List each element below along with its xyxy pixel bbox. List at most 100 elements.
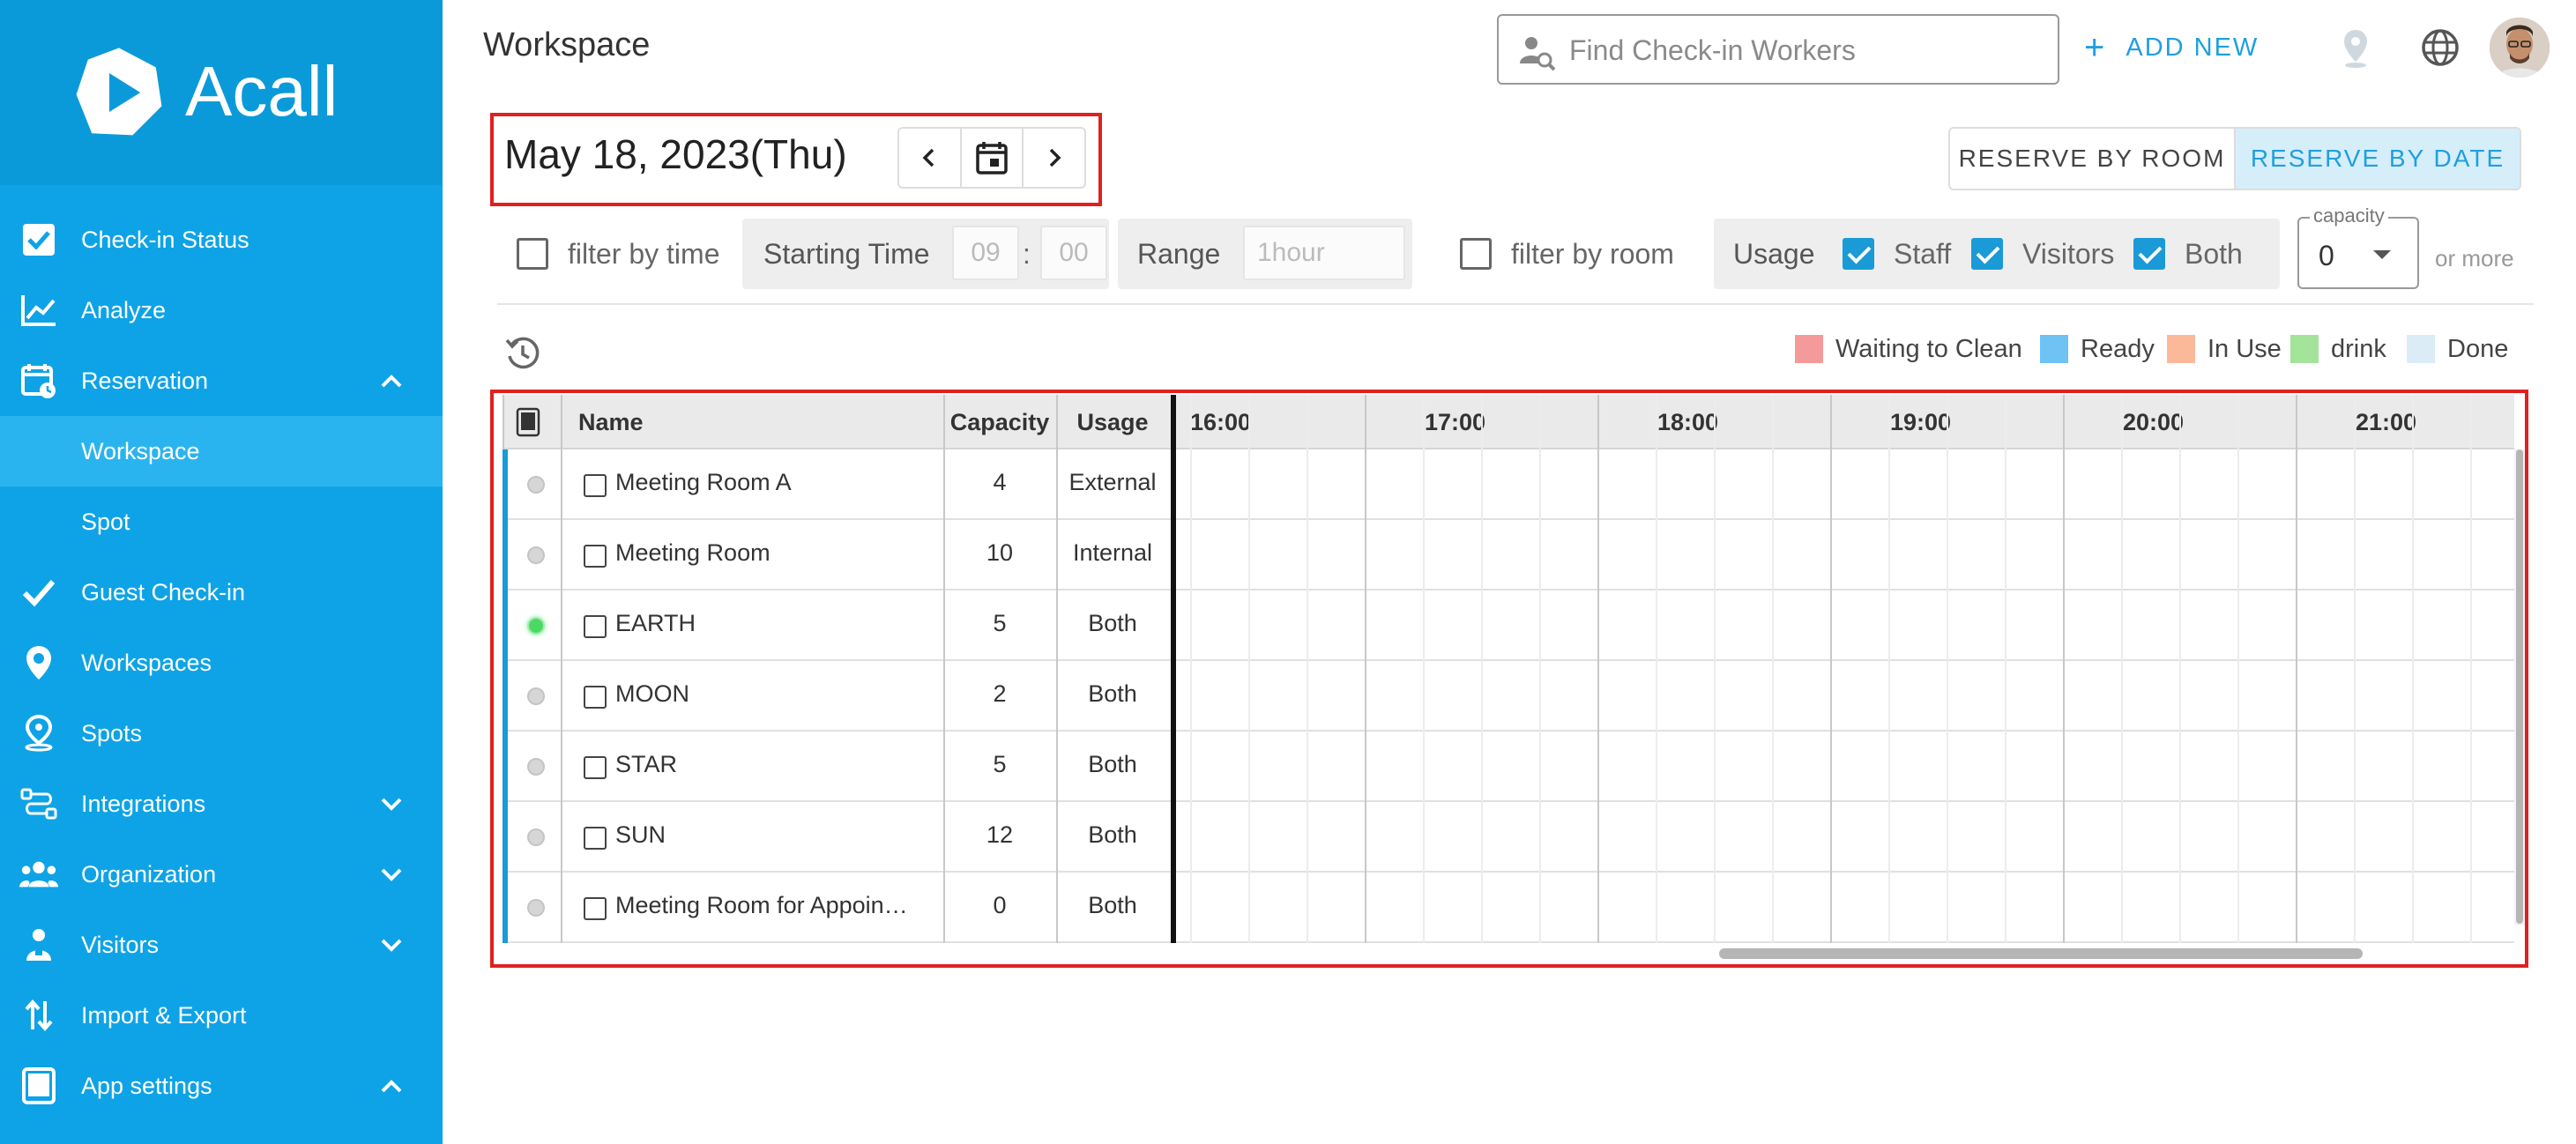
sidebar-item-integrations[interactable]: Integrations <box>0 769 443 839</box>
room-name[interactable]: EARTH <box>615 610 915 637</box>
legend-label: Ready <box>2081 334 2155 363</box>
filter-by-time-label: filter by time <box>568 238 720 270</box>
sidebar-item-workspaces[interactable]: Workspaces <box>0 628 443 698</box>
sidebar-item-spots[interactable]: Spots <box>0 698 443 769</box>
table-row[interactable]: EARTH 5 Both <box>503 591 2514 661</box>
legend-ready: Ready <box>2040 333 2155 365</box>
table-row[interactable]: Meeting Room A 4 External <box>503 449 2514 520</box>
scrollbar-thumb[interactable] <box>2516 449 2523 924</box>
horizontal-scrollbar-thumb[interactable] <box>1719 948 2363 959</box>
sidebar-item-label: Guest Check-in <box>81 578 246 605</box>
usage-both-checkbox[interactable] <box>2133 238 2165 270</box>
sidebar-item-organization[interactable]: Organization <box>0 839 443 910</box>
reservation-table: Name Capacity Usage 16:00 17:00 18:00 19… <box>503 395 2525 943</box>
room-name[interactable]: Meeting Room for Appoin… <box>615 892 915 919</box>
calendar-button[interactable] <box>962 129 1024 187</box>
device-icon <box>516 407 540 437</box>
reserve-by-date-button[interactable]: RESERVE BY DATE <box>2236 129 2520 189</box>
filter-by-room-checkbox[interactable] <box>1460 238 1492 270</box>
prev-day-button[interactable] <box>899 129 962 187</box>
capacity-value: 0 <box>2319 240 2334 271</box>
capacity-select[interactable]: capacity 0 <box>2297 204 2419 289</box>
sidebar-item-spot[interactable]: Spot <box>0 487 443 557</box>
sidebar-item-guest-check-in[interactable]: Guest Check-in <box>0 557 443 628</box>
checkmark-icon <box>19 573 58 612</box>
quarter-hour-gridline <box>1423 395 1425 943</box>
room-name[interactable]: STAR <box>615 751 915 778</box>
legend-done: Done <box>2407 333 2508 365</box>
filter-by-room-label: filter by room <box>1511 238 1674 270</box>
date-nav-buttons <box>897 127 1086 189</box>
chevron-right-icon <box>1049 148 1061 167</box>
calendar-clock-icon <box>19 361 58 400</box>
selection-stripe <box>503 449 508 943</box>
range-select[interactable]: 1hour <box>1243 226 1405 280</box>
usage-visitors-label: Visitors <box>2022 238 2115 270</box>
reserve-by-room-button[interactable]: RESERVE BY ROOM <box>1950 129 2236 189</box>
room-capacity: 2 <box>993 680 1007 707</box>
quarter-hour-gridline <box>1190 395 1192 943</box>
row-checkbox[interactable] <box>584 897 607 920</box>
capacity-or-more-label: or more <box>2435 245 2514 271</box>
sidebar-item-visitors[interactable]: Visitors <box>0 910 443 980</box>
filter-by-time-checkbox[interactable] <box>517 238 548 270</box>
quarter-hour-gridline <box>2412 395 2414 943</box>
sidebar-item-reservation[interactable]: Reservation <box>0 345 443 416</box>
start-hour-input[interactable]: 09 <box>952 226 1019 280</box>
room-capacity: 0 <box>993 892 1007 918</box>
quarter-hour-gridline <box>1888 395 1890 943</box>
visitor-icon <box>19 925 58 964</box>
row-checkbox[interactable] <box>584 545 607 568</box>
vertical-scrollbar[interactable] <box>2514 449 2525 925</box>
sidebar-item-workspace[interactable]: Workspace <box>0 416 443 487</box>
hour-label: 18:00 <box>1657 408 1719 435</box>
integrations-icon <box>19 784 58 823</box>
room-name[interactable]: SUN <box>615 821 915 849</box>
history-refresh-icon[interactable] <box>504 335 541 372</box>
sidebar-item-import-export[interactable]: Import & Export <box>0 980 443 1051</box>
row-checkbox[interactable] <box>584 686 607 709</box>
table-row[interactable]: SUN 12 Both <box>503 802 2514 873</box>
usage-staff-checkbox[interactable] <box>1843 238 1874 270</box>
column-usage-header[interactable]: Usage <box>1056 395 1169 449</box>
room-usage: Internal <box>1072 539 1153 566</box>
start-minute-input[interactable]: 00 <box>1040 226 1107 280</box>
table-row[interactable]: Meeting Room for Appoin… 0 Both <box>503 873 2514 943</box>
next-day-button[interactable] <box>1024 129 1084 187</box>
row-checkbox[interactable] <box>584 756 607 779</box>
row-checkbox[interactable] <box>584 474 607 497</box>
column-capacity-header[interactable]: Capacity <box>943 395 1056 449</box>
column-divider <box>943 395 945 943</box>
acall-logo-icon <box>76 48 162 136</box>
room-name[interactable]: MOON <box>615 680 915 708</box>
row-checkbox[interactable] <box>584 827 607 850</box>
avatar-photo <box>2490 18 2550 78</box>
legend-waiting-to-clean: Waiting to Clean <box>1795 333 2022 365</box>
tablet-icon <box>19 1066 58 1105</box>
sidebar-item-label: Workspaces <box>81 649 212 676</box>
table-row[interactable]: MOON 2 Both <box>503 661 2514 732</box>
legend-label: In Use <box>2207 334 2282 363</box>
quarter-hour-gridline <box>2470 395 2472 943</box>
search-field[interactable] <box>1497 14 2059 85</box>
user-avatar[interactable] <box>2490 18 2550 78</box>
sidebar-item-check-in-status[interactable]: Check-in Status <box>0 204 443 275</box>
add-new-button[interactable]: + ADD NEW <box>2084 30 2259 65</box>
usage-visitors-checkbox[interactable] <box>1971 238 2003 270</box>
column-name-header[interactable]: Name <box>578 395 644 449</box>
table-row[interactable]: Meeting Room 10 Internal <box>503 520 2514 591</box>
sidebar-item-label: Check-in Status <box>81 226 249 253</box>
room-name[interactable]: Meeting Room <box>615 539 915 567</box>
sidebar-item-analyze[interactable]: Analyze <box>0 275 443 345</box>
location-pin-icon[interactable] <box>2333 25 2379 71</box>
row-checkbox[interactable] <box>584 615 607 638</box>
calendar-icon <box>976 142 1008 175</box>
globe-icon[interactable] <box>2417 25 2463 71</box>
legend-swatch <box>2290 335 2319 363</box>
search-input[interactable] <box>1569 28 2045 72</box>
brand-logo[interactable]: Acall <box>0 0 443 185</box>
sidebar-item-app-settings[interactable]: App settings <box>0 1051 443 1121</box>
room-name[interactable]: Meeting Room A <box>615 469 915 496</box>
table-row[interactable]: STAR 5 Both <box>503 732 2514 802</box>
quarter-hour-gridline <box>2354 395 2356 943</box>
